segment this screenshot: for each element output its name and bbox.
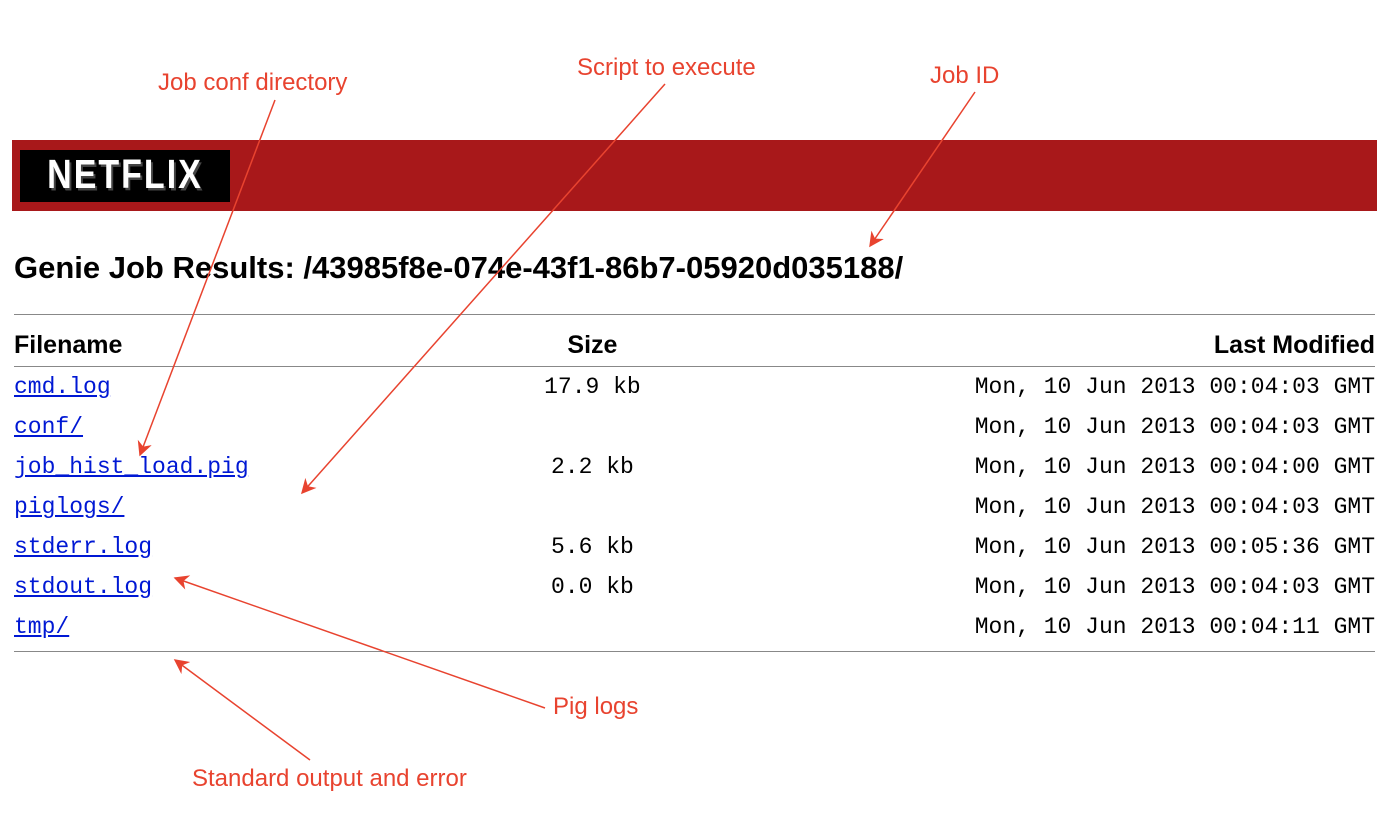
file-size-cell: 2.2 kb [490,447,694,487]
divider-bottom [14,651,1375,652]
file-size-cell [490,487,694,527]
annotation-piglogs: Pig logs [553,693,638,721]
table-row: job_hist_load.pig 2.2 kbMon, 10 Jun 2013 … [14,447,1375,487]
annotation-stdouterr: Standard output and error [192,765,467,793]
file-link[interactable]: conf/ [14,414,83,440]
file-date-cell: Mon, 10 Jun 2013 00:04:03 GMT [694,487,1375,527]
file-link[interactable]: stderr.log [14,534,152,560]
table-row: tmp/Mon, 10 Jun 2013 00:04:11 GMT [14,607,1375,647]
annotation-jobid: Job ID [930,62,999,90]
annotation-script: Script to execute [577,54,756,82]
netflix-logo: NETFLIX [20,150,230,202]
file-date-cell: Mon, 10 Jun 2013 00:04:03 GMT [694,407,1375,447]
file-date-cell: Mon, 10 Jun 2013 00:04:00 GMT [694,447,1375,487]
netflix-logo-text: NETFLIX [47,152,203,199]
file-date-cell: Mon, 10 Jun 2013 00:04:03 GMT [694,567,1375,607]
table-row: piglogs/Mon, 10 Jun 2013 00:04:03 GMT [14,487,1375,527]
file-name-cell: piglogs/ [14,487,490,527]
file-link[interactable]: piglogs/ [14,494,124,520]
table-row: cmd.log 17.9 kbMon, 10 Jun 2013 00:04:03 … [14,367,1375,408]
file-size-cell: 17.9 kb [490,367,694,408]
page-title-prefix: Genie Job Results: [14,250,303,285]
file-date-cell: Mon, 10 Jun 2013 00:04:11 GMT [694,607,1375,647]
table-row: stderr.log 5.6 kbMon, 10 Jun 2013 00:05:3… [14,527,1375,567]
file-name-cell: stderr.log [14,527,490,567]
file-size-cell: 5.6 kb [490,527,694,567]
file-date-cell: Mon, 10 Jun 2013 00:04:03 GMT [694,367,1375,408]
divider-top [14,314,1375,315]
file-link[interactable]: job_hist_load.pig [14,454,249,480]
file-link[interactable]: tmp/ [14,614,69,640]
file-size-cell [490,407,694,447]
file-link[interactable]: cmd.log [14,374,111,400]
file-date-cell: Mon, 10 Jun 2013 00:05:36 GMT [694,527,1375,567]
page-title: Genie Job Results: /43985f8e-074e-43f1-8… [14,250,1375,286]
annotation-jobconf: Job conf directory [158,69,347,97]
file-name-cell: conf/ [14,407,490,447]
file-name-cell: stdout.log [14,567,490,607]
table-row: conf/Mon, 10 Jun 2013 00:04:03 GMT [14,407,1375,447]
job-id: /43985f8e-074e-43f1-86b7-05920d035188/ [303,250,903,285]
file-size-cell [490,607,694,647]
file-name-cell: cmd.log [14,367,490,408]
content-area: Genie Job Results: /43985f8e-074e-43f1-8… [14,250,1375,652]
header-bar: NETFLIX [12,140,1377,211]
file-size-cell: 0.0 kb [490,567,694,607]
file-name-cell: tmp/ [14,607,490,647]
col-header-lastmodified: Last Modified [694,325,1375,367]
col-header-filename: Filename [14,325,490,367]
table-row: stdout.log 0.0 kbMon, 10 Jun 2013 00:04:0… [14,567,1375,607]
file-table: Filename Size Last Modified cmd.log 17.9 … [14,325,1375,647]
file-name-cell: job_hist_load.pig [14,447,490,487]
col-header-size: Size [490,325,694,367]
file-link[interactable]: stdout.log [14,574,152,600]
